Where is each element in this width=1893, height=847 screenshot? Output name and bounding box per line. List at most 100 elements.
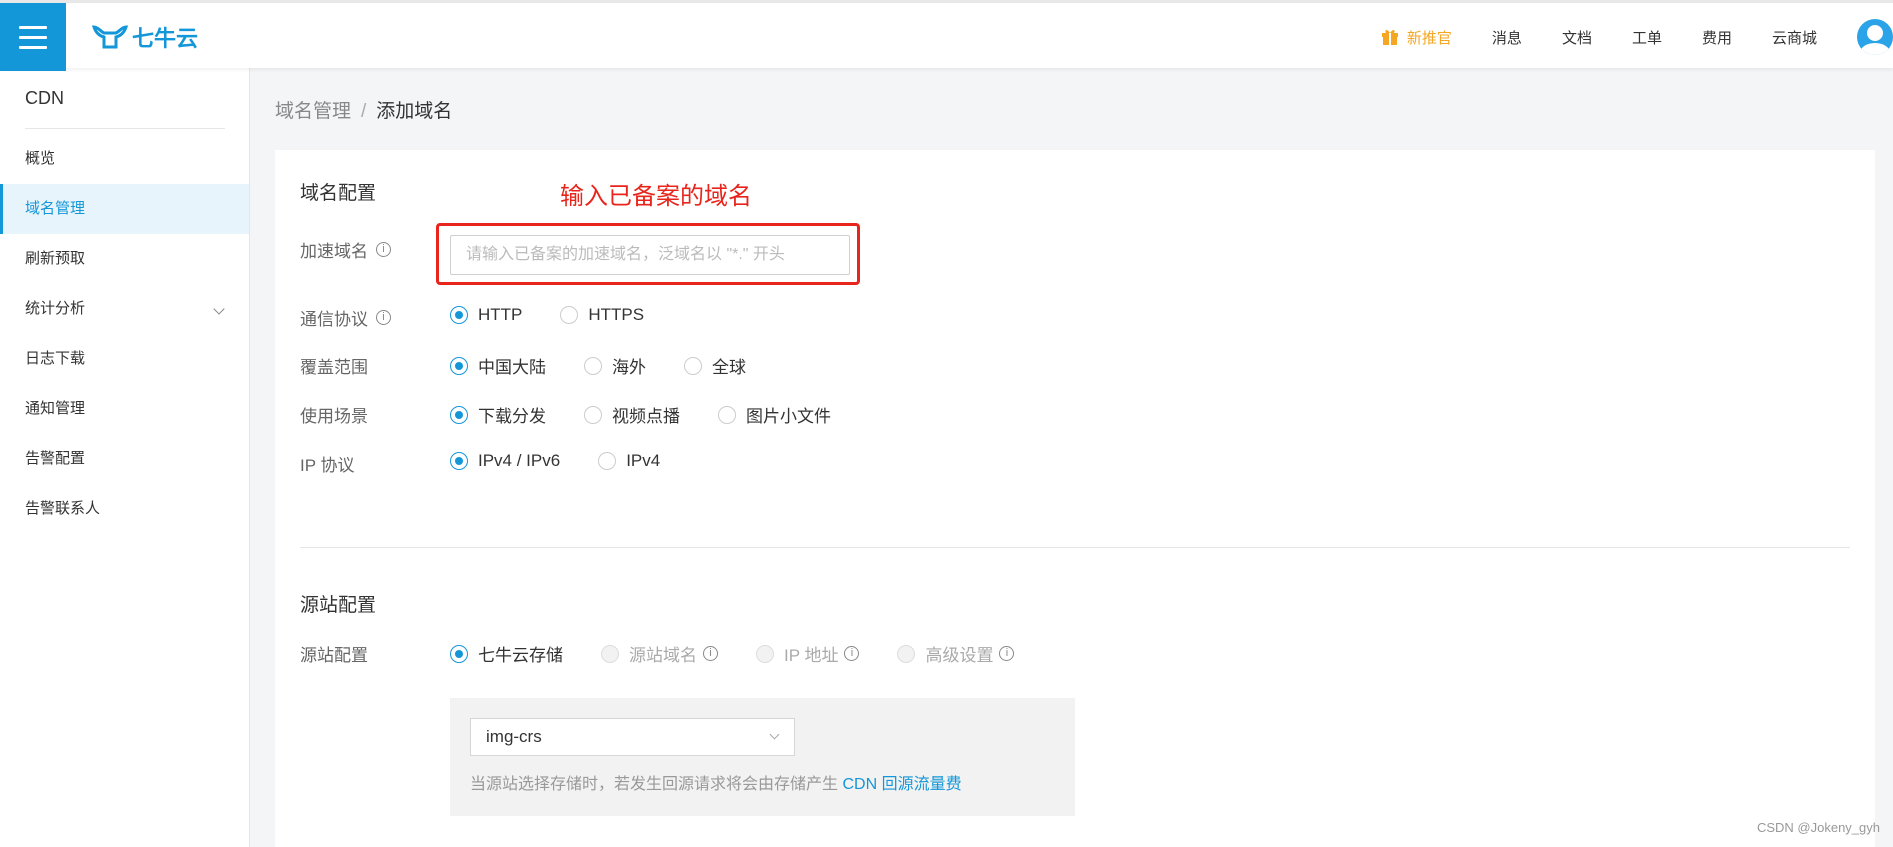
radio-label: IPv4 / IPv6 (478, 451, 561, 470)
sidebar-item-alert-contacts[interactable]: 告警联系人 (0, 484, 249, 534)
user-avatar[interactable] (1857, 19, 1893, 55)
radio-dot (897, 644, 916, 663)
radio-label: 图片小文件 (746, 407, 831, 426)
sidebar: CDN 概览 域名管理 刷新预取 统计分析 日志下载 通知管理 告警配置 告警联… (0, 68, 250, 847)
nav-promoter[interactable]: 新推官 (1381, 27, 1452, 48)
breadcrumb: 域名管理 / 添加域名 (275, 96, 452, 123)
menu-line (19, 35, 47, 39)
radio-dot (718, 405, 736, 424)
info-icon[interactable]: i (703, 646, 718, 661)
sidebar-item-label: 通知管理 (25, 400, 86, 417)
coverage-label: 覆盖范围 (300, 358, 368, 377)
nav-marketplace[interactable]: 云商城 (1772, 27, 1817, 48)
radio-label: 全球 (712, 358, 746, 377)
ip-protocol-radio-group: IPv4 / IPv6 IPv4 (450, 451, 698, 471)
radio-label: 海外 (612, 358, 646, 377)
radio-dot (560, 306, 579, 324)
radio-dot (450, 356, 468, 375)
sidebar-item-label: 概览 (25, 150, 56, 167)
bucket-select[interactable]: img-crs (470, 718, 795, 756)
breadcrumb-separator: / (361, 101, 367, 122)
chevron-down-icon (769, 729, 780, 740)
chevron-down-icon (213, 303, 225, 315)
radio-vod[interactable]: 视频点播 (584, 402, 680, 427)
radio-label: 七牛云存储 (478, 646, 563, 665)
sidebar-item-domain-management[interactable]: 域名管理 (0, 184, 249, 234)
qiniu-logo[interactable]: 七牛云 (92, 21, 198, 53)
sidebar-item-label: 域名管理 (25, 200, 86, 217)
radio-download[interactable]: 下载分发 (450, 402, 546, 427)
breadcrumb-parent-link[interactable]: 域名管理 (275, 101, 351, 122)
info-icon[interactable]: i (999, 646, 1015, 661)
radio-https[interactable]: HTTPS (560, 305, 644, 325)
sidebar-divider (25, 128, 225, 129)
radio-label: HTTPS (588, 305, 645, 324)
ip-protocol-label: IP 协议 (300, 456, 355, 475)
sidebar-item-label: 刷新预取 (25, 250, 86, 267)
nav-label: 云商城 (1771, 29, 1817, 47)
radio-overseas[interactable]: 海外 (584, 353, 646, 378)
radio-ip-address: IP 地址 i (756, 641, 860, 666)
section-divider (300, 547, 1850, 548)
storage-hint: 当源站选择存储时，若发生回源请求将会由存储产生 CDN 回源流量费 (470, 770, 962, 794)
nav-label: 费用 (1701, 29, 1732, 47)
nav-billing[interactable]: 费用 (1702, 27, 1732, 48)
hint-text: 当源站选择存储时，若发生回源请求将会由存储产生 (470, 776, 843, 793)
sidebar-item-overview[interactable]: 概览 (0, 134, 249, 184)
menu-line (19, 25, 47, 29)
info-icon[interactable]: i (844, 646, 860, 661)
sidebar-item-alert-config[interactable]: 告警配置 (0, 434, 249, 484)
sidebar-product-title: CDN (25, 88, 64, 108)
nav-label: 工单 (1631, 29, 1662, 47)
radio-dot (450, 452, 468, 470)
cdn-fee-link[interactable]: CDN 回源流量费 (842, 776, 961, 793)
sidebar-item-log-download[interactable]: 日志下载 (0, 334, 249, 384)
radio-global[interactable]: 全球 (684, 353, 746, 378)
bucket-select-value: img-crs (486, 727, 542, 746)
gift-icon (1381, 29, 1398, 45)
radio-dot (601, 644, 619, 663)
info-icon[interactable]: i (376, 242, 391, 257)
sidebar-item-label: 告警联系人 (25, 500, 101, 517)
annotation-text: 输入已备案的域名 (560, 183, 752, 210)
radio-http[interactable]: HTTP (450, 305, 522, 325)
sidebar-item-label: 日志下载 (25, 350, 86, 367)
info-icon[interactable]: i (376, 310, 391, 325)
radio-label: 高级设置 (925, 646, 994, 665)
radio-dot (584, 356, 602, 375)
radio-dot (450, 306, 468, 324)
domain-input[interactable] (450, 235, 850, 275)
sidebar-item-statistics[interactable]: 统计分析 (0, 284, 249, 334)
scenario-label: 使用场景 (300, 407, 368, 426)
protocol-label-text: 通信协议 (300, 310, 368, 329)
breadcrumb-current: 添加域名 (376, 101, 453, 122)
hamburger-menu-button[interactable] (0, 3, 66, 71)
origin-label: 源站配置 (300, 646, 368, 665)
radio-mainland-china[interactable]: 中国大陆 (450, 353, 546, 378)
nav-label: 新推官 (1406, 29, 1452, 47)
radio-dot (684, 356, 702, 375)
radio-dot (584, 405, 602, 424)
sidebar-menu: 概览 域名管理 刷新预取 统计分析 日志下载 通知管理 告警配置 告警联系人 (0, 134, 249, 534)
nav-docs[interactable]: 文档 (1562, 27, 1592, 48)
radio-qiniu-storage[interactable]: 七牛云存储 (450, 641, 563, 666)
radio-small-files[interactable]: 图片小文件 (718, 402, 831, 427)
origin-config-title: 源站配置 (300, 595, 377, 616)
radio-label: 源站域名 (629, 646, 697, 665)
sidebar-item-refresh-prefetch[interactable]: 刷新预取 (0, 234, 249, 284)
nav-messages[interactable]: 消息 (1492, 27, 1522, 48)
radio-ipv4-ipv6[interactable]: IPv4 / IPv6 (450, 451, 560, 471)
watermark: CSDN @Jokeny_gyh (1756, 820, 1880, 835)
nav-tickets[interactable]: 工单 (1632, 27, 1662, 48)
sidebar-item-notifications[interactable]: 通知管理 (0, 384, 249, 434)
radio-ipv4[interactable]: IPv4 (598, 451, 660, 471)
domain-label: 加速域名 i (300, 237, 391, 262)
radio-label: 下载分发 (478, 407, 546, 426)
top-bar: 七牛云 新推官 消息 文档 工单 费用 云商城 (0, 0, 1893, 71)
sidebar-item-label: 告警配置 (25, 450, 86, 467)
radio-dot (756, 644, 774, 663)
nav-label: 消息 (1491, 29, 1522, 47)
coverage-radio-group: 中国大陆 海外 全球 (450, 353, 784, 378)
protocol-label: 通信协议 i (300, 305, 391, 330)
storage-panel (450, 698, 1075, 816)
